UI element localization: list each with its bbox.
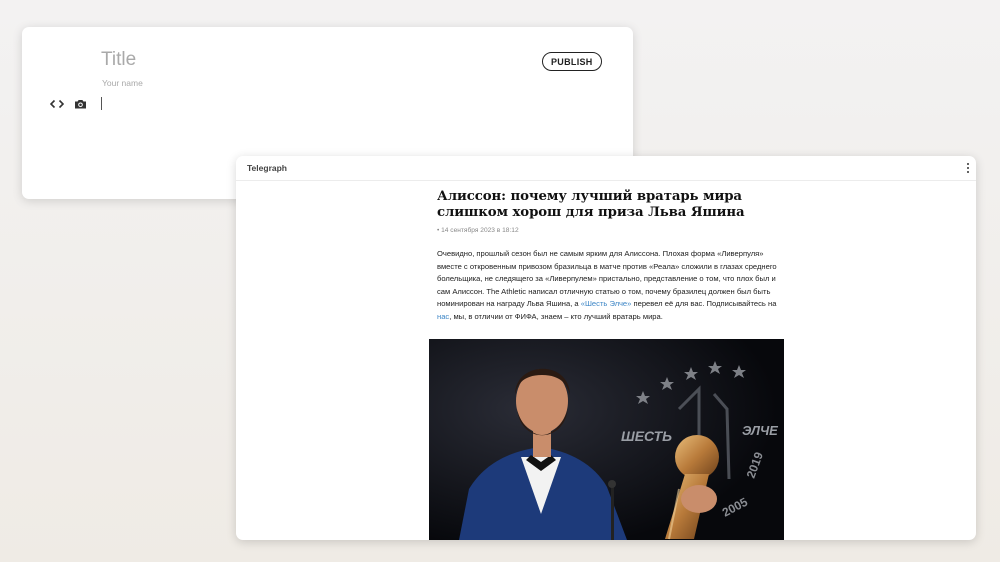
paragraph-text: , мы, в отличии от ФИФА, знаем – кто луч… bbox=[449, 311, 663, 321]
title-field[interactable]: Title bbox=[101, 49, 136, 71]
article-title: Алиссон: почему лучший вратарь мира слиш… bbox=[437, 189, 745, 220]
banner-text-right: ЭЛЧЕ bbox=[742, 423, 778, 438]
banner-text-left: ШЕСТЬ bbox=[621, 428, 672, 444]
paragraph-text: перевел её для вас. Подписывайтесь на bbox=[631, 299, 777, 308]
publish-button[interactable]: PUBLISH bbox=[542, 52, 602, 71]
subscribe-link[interactable]: нас bbox=[437, 312, 449, 321]
author-field[interactable]: Your name bbox=[102, 78, 143, 88]
shest-elche-link[interactable]: «Шесть Элче» bbox=[581, 299, 632, 308]
telegraph-logo[interactable]: Telegraph bbox=[247, 163, 287, 173]
article-paragraph: Очевидно, прошлый сезон был не самым ярк… bbox=[437, 248, 782, 323]
more-vertical-icon[interactable] bbox=[966, 163, 970, 174]
telegraph-header: Telegraph bbox=[236, 156, 976, 181]
code-icon[interactable] bbox=[50, 98, 64, 110]
text-cursor bbox=[101, 97, 102, 110]
telegraph-window: Telegraph Алиссон: почему лучший вратарь… bbox=[236, 156, 976, 540]
camera-icon[interactable] bbox=[74, 98, 87, 110]
article: Алиссон: почему лучший вратарь мира слиш… bbox=[437, 189, 782, 323]
article-date: • 14 сентября 2023 в 18:12 bbox=[437, 227, 519, 234]
article-photo: ШЕСТЬ ЭЛЧЕ 2005 2019 bbox=[429, 339, 784, 540]
